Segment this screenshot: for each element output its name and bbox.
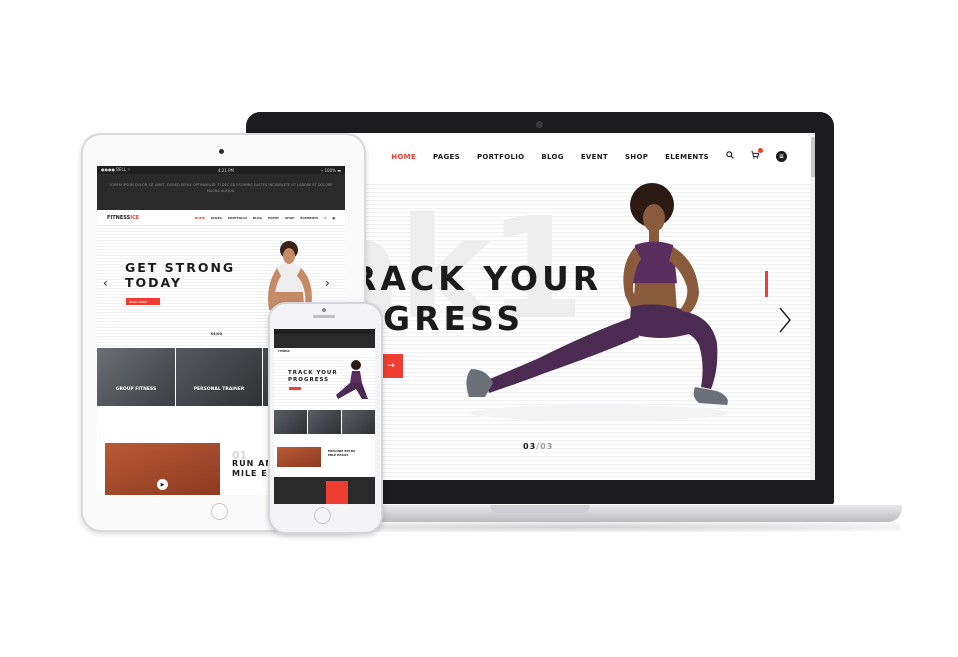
nav-item-blog[interactable]: BLOG: [541, 153, 563, 161]
tablet-hero-title-line2: TODAY: [125, 275, 183, 290]
status-time: 4:21 PM: [217, 167, 234, 173]
tablet-read-more-button[interactable]: READ MORE: [126, 298, 160, 305]
phone-feature-title: EXPLORE EXTRA MILE EASILY: [328, 449, 356, 457]
tablet-chevron-left-icon[interactable]: ‹: [103, 276, 108, 290]
phone-feature-image: [277, 447, 321, 467]
slide-counter-current: 03: [523, 442, 537, 451]
slide-counter-total: 03: [540, 442, 554, 451]
slide-counter: 03/03: [523, 442, 553, 451]
tablet-tile-group-fitness[interactable]: GROUP FITNESS: [97, 348, 175, 406]
phone-camera: [322, 308, 326, 312]
tablet-tile-personal-trainer[interactable]: PERSONAL TRAINER: [176, 348, 262, 406]
status-carrier: ●●●● BELL ⌔: [101, 167, 131, 172]
menu-icon[interactable]: ≡: [776, 151, 787, 162]
phone-home-button: [314, 507, 331, 524]
scrollbar-thumb[interactable]: [811, 137, 815, 177]
nav-item-home[interactable]: HOME: [391, 153, 416, 161]
cart-icon[interactable]: [751, 148, 763, 162]
tablet-top-bar: LOREM IPSUM DOLOR SIT AMET, DOBED EEFAX …: [97, 174, 345, 210]
tablet-slide-counter: 01/03: [211, 332, 223, 336]
phone-nav: FITNESS: [274, 348, 375, 355]
tablet-nav-home[interactable]: HOME: [195, 216, 205, 220]
phone-tiles: [274, 410, 375, 434]
tablet-logo[interactable]: FITNESSICE: [107, 215, 139, 221]
phone-top-bar: [274, 334, 375, 348]
phone-hero-title-line2: PROGRESS: [288, 377, 330, 383]
scrollbar[interactable]: [811, 133, 815, 480]
phone-tile-2[interactable]: [308, 410, 341, 434]
tablet-home-button: [211, 503, 228, 520]
phone-tile-1[interactable]: [274, 410, 307, 434]
phone-screen: FITNESS TRACK YOUR PROGRESS EXPLORE EXTR…: [274, 329, 375, 504]
slider-tab[interactable]: [765, 271, 768, 297]
phone-tile-3[interactable]: [342, 410, 375, 434]
tablet-nav-elements[interactable]: ELEMENTS: [300, 216, 318, 220]
phone-hero-title: TRACK YOUR PROGRESS: [288, 370, 338, 384]
phone-red-block: [326, 481, 348, 504]
tablet-nav-shop[interactable]: SHOP: [285, 216, 294, 220]
tablet-hero-title: GET STRONG TODAY: [125, 260, 235, 290]
tablet-menu: HOME PAGES PORTFOLIO BLOG EVENT SHOP ELE…: [195, 216, 335, 220]
phone-logo[interactable]: FITNESS: [278, 350, 290, 353]
nav-item-shop[interactable]: SHOP: [625, 153, 648, 161]
cart-badge: [758, 148, 763, 153]
tablet-status-bar: ●●●● BELL ⌔ 4:21 PM ⌁ 100% ▬: [97, 166, 345, 174]
search-icon[interactable]: [726, 151, 734, 162]
tablet-hero-title-line1: GET STRONG: [125, 260, 236, 275]
tablet-nav: FITNESSICE HOME PAGES PORTFOLIO BLOG EVE…: [97, 210, 345, 226]
tablet-search-icon[interactable]: ⚲: [324, 216, 326, 220]
phone-speaker: [313, 315, 335, 318]
nav-item-pages[interactable]: PAGES: [433, 153, 460, 161]
phone-hero-title-line1: TRACK YOUR: [288, 370, 338, 376]
tablet-nav-pages[interactable]: PAGES: [211, 216, 222, 220]
tablet-logo-main: FITNESS: [107, 214, 131, 221]
tablet-camera: [219, 149, 224, 154]
tablet-nav-blog[interactable]: BLOG: [253, 216, 262, 220]
status-battery: ⌁ 100% ▬: [320, 167, 341, 173]
phone-athlete-image: [336, 360, 368, 399]
tablet-menu-icon[interactable]: ●: [332, 216, 335, 220]
nav-item-elements[interactable]: ELEMENTS: [665, 153, 709, 161]
athlete-shoe-right: [693, 387, 728, 405]
play-icon[interactable]: ▶: [157, 479, 168, 490]
tablet-nav-event[interactable]: EVENT: [268, 216, 279, 220]
athlete-image: [466, 183, 729, 421]
tablet-nav-portfolio[interactable]: PORTFOLIO: [228, 216, 247, 220]
chevron-right-icon[interactable]: [778, 306, 792, 341]
laptop-notch: [490, 505, 590, 513]
nav-item-portfolio[interactable]: PORTFOLIO: [477, 153, 524, 161]
main-nav: HOME PAGES PORTFOLIO BLOG EVENT SHOP ELE…: [391, 148, 787, 162]
phone-bottom-section: [274, 477, 375, 504]
tablet-logo-accent: ICE: [130, 214, 140, 221]
phone-hero-button[interactable]: [289, 387, 301, 390]
laptop-camera: [536, 121, 543, 128]
nav-item-event[interactable]: EVENT: [581, 153, 608, 161]
